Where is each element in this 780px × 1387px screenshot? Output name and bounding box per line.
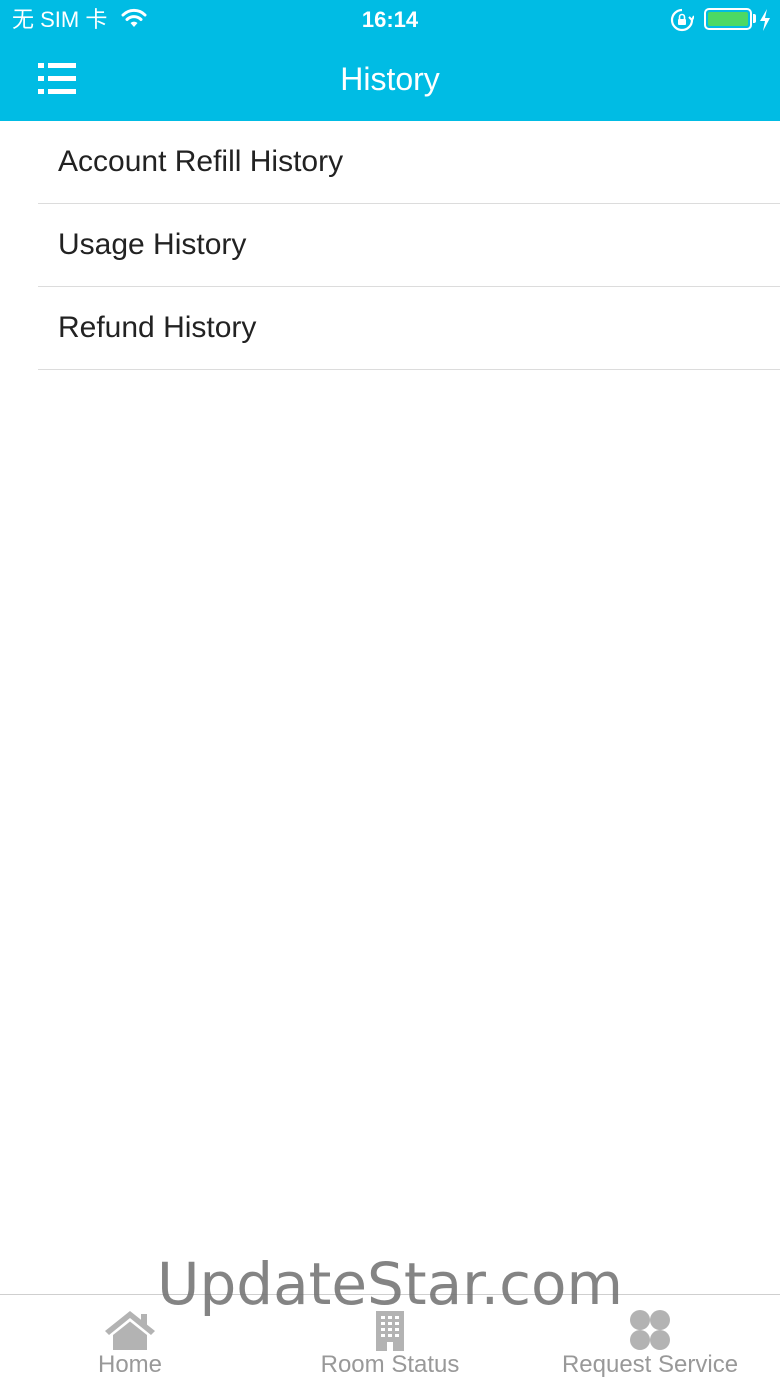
tab-label: Request Service: [561, 1351, 739, 1378]
charging-icon: [760, 9, 770, 31]
watermark: UpdateStar.com: [157, 1250, 623, 1318]
battery-icon: [704, 8, 752, 30]
header: 无 SIM 卡 16:14 History: [0, 0, 780, 121]
status-time: 16:14: [361, 7, 419, 32]
history-list: Account Refill History Usage History Ref…: [0, 121, 780, 370]
nav-bar: History: [0, 40, 780, 121]
list-menu-icon: [38, 63, 76, 94]
list-item-label: Usage History: [58, 228, 247, 261]
list-item-usage-history[interactable]: Usage History: [38, 204, 780, 287]
battery-level: [708, 12, 748, 26]
list-item-label: Account Refill History: [58, 145, 344, 178]
tab-label: Home: [97, 1351, 163, 1378]
list-item-account-refill-history[interactable]: Account Refill History: [38, 121, 780, 204]
status-bar: 无 SIM 卡 16:14: [0, 0, 780, 40]
rotation-lock-icon: [670, 8, 694, 32]
list-item-label: Refund History: [58, 311, 257, 344]
battery-cap: [753, 14, 756, 23]
list-item-refund-history[interactable]: Refund History: [38, 287, 780, 370]
page-title: History: [340, 61, 440, 97]
menu-button[interactable]: [30, 54, 86, 104]
tab-label: Room Status: [320, 1351, 460, 1378]
